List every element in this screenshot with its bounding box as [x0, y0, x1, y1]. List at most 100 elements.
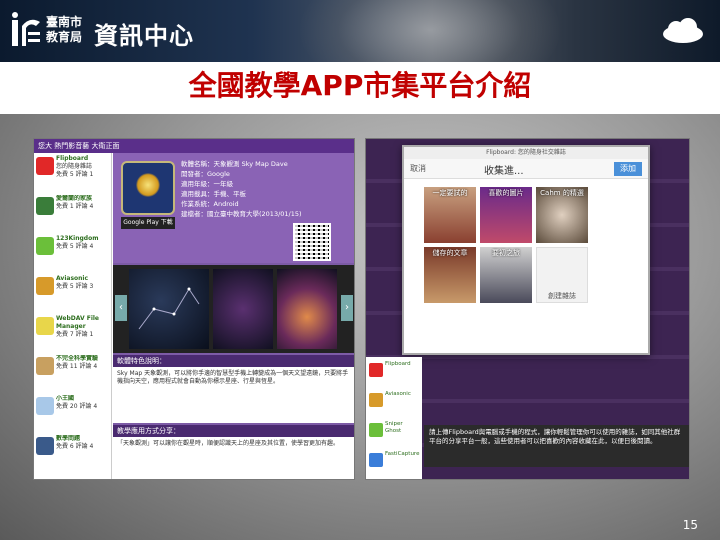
- org-line2: 教育局: [46, 30, 83, 44]
- list-item[interactable]: Sniper Ghost: [369, 421, 419, 449]
- description-text: 請上傳Flipboard與電腦或手機的程式，讓你輕鬆管理你可以使用的雜誌，如同其…: [424, 425, 689, 467]
- list-item[interactable]: 不完全科學實驗 免費 11 評論 4: [36, 355, 110, 399]
- magazine-tile[interactable]: 一定要試的: [424, 187, 476, 243]
- list-item-meta: 免費 6 評論 4: [56, 443, 94, 450]
- list-item-name: FastiCapture: [385, 451, 420, 457]
- app-icon: [36, 277, 54, 295]
- app-icon: [36, 197, 54, 215]
- tile-label: 創建雜誌: [548, 292, 576, 300]
- list-item[interactable]: Flipboard: [369, 361, 419, 389]
- list-item[interactable]: 123Kingdom 免費 5 評論 4: [36, 235, 110, 279]
- app-icon: [36, 237, 54, 255]
- org-line1: 臺南市: [46, 15, 83, 29]
- flipboard-screenshot: Flipboard: 您的隨身社交雜誌 取消 收集進... 添加 一定要試的 喜…: [365, 138, 690, 480]
- logo-mark-icon: [12, 12, 40, 46]
- qr-code: [293, 223, 331, 261]
- screenshot-gallery: ‹ ›: [113, 265, 354, 353]
- list-item-meta: 免費 5 評論 4: [56, 243, 94, 250]
- app-detail-screenshot: 您大 熱門影音藝 大衛正面 Flipboard 您的隨身雜誌 免費 5 評論 1 愛…: [33, 138, 355, 480]
- section-title: 軟體特色說明：: [113, 355, 354, 367]
- app-detail-panel: Google Play 下載 軟體名稱：天象觀測 Sky Map Dave 開發…: [113, 153, 354, 479]
- list-item-name: Aviasonic: [56, 275, 89, 282]
- list-item[interactable]: Flipboard 您的隨身雜誌 免費 5 評論 1: [36, 155, 110, 199]
- list-item-name: 小王國: [56, 395, 75, 402]
- list-item-meta: 免費 1 評論 4: [56, 203, 94, 210]
- center-name: 資訊中心: [94, 22, 194, 50]
- info-line: 建檔者：國立臺中教育大學(2013/01/15): [181, 210, 302, 218]
- info-line: 作業系統：Android: [181, 200, 239, 208]
- list-item[interactable]: 數學問題 免費 6 評論 4: [36, 435, 110, 479]
- list-item-desc: 您的隨身雜誌: [56, 163, 93, 170]
- slide-title: 全國教學APP市集平台介紹: [188, 69, 532, 102]
- google-play-badge[interactable]: Google Play 下載: [121, 217, 175, 229]
- app-icon: [36, 397, 54, 415]
- create-magazine-tile[interactable]: 創建雜誌: [536, 247, 588, 303]
- list-item[interactable]: FastiCapture: [369, 451, 419, 479]
- info-line: 適用載具：手機、平板: [181, 190, 246, 198]
- magazine-tile[interactable]: Cahm 的精選: [536, 187, 588, 243]
- tile-label: 要初之旅: [492, 249, 520, 257]
- page-number: 15: [682, 518, 698, 532]
- list-item-name: WebDAV File Manager: [56, 315, 99, 330]
- list-item-meta: 免費 5 評論 3: [56, 283, 94, 290]
- list-item[interactable]: Aviasonic 免費 5 評論 3: [36, 275, 110, 319]
- app-info: 軟體名稱：天象觀測 Sky Map Dave 開發者：Google 適用年級：一…: [181, 159, 351, 219]
- tile-label: 一定要試的: [432, 189, 468, 197]
- gallery-image[interactable]: [129, 269, 209, 349]
- flipboard-icon: [36, 157, 54, 175]
- list-item[interactable]: 愛爾蘭的家族 免費 1 評論 4: [36, 195, 110, 239]
- list-item[interactable]: 小王國 免費 20 評論 4: [36, 395, 110, 439]
- collect-dialog: Flipboard: 您的隨身社交雜誌 取消 收集進... 添加 一定要試的 喜…: [402, 145, 650, 355]
- list-item-name: Flipboard: [385, 361, 411, 367]
- app-header: Google Play 下載 軟體名稱：天象觀測 Sky Map Dave 開發…: [113, 153, 354, 263]
- gallery-image[interactable]: [213, 269, 273, 349]
- section-title: 教學應用方式分享：: [113, 425, 354, 437]
- logo: 臺南市 教育局 資訊中心: [10, 12, 210, 50]
- screenshot-top-bar: 您大 熱門影音藝 大衛正面: [34, 139, 354, 153]
- header-banner: 臺南市 教育局 資訊中心: [0, 0, 720, 62]
- list-item[interactable]: WebDAV File Manager 免費 7 評論 1: [36, 315, 110, 359]
- list-item[interactable]: Aviasonic: [369, 391, 419, 419]
- app-list-sidebar: Flipboard Aviasonic Sniper Ghost FastiCa…: [366, 357, 422, 479]
- magazine-tile[interactable]: 要初之旅: [480, 247, 532, 303]
- gallery-image[interactable]: [277, 269, 337, 349]
- info-line: 開發者：Google: [181, 170, 230, 178]
- gallery-next-button[interactable]: ›: [341, 295, 353, 321]
- add-button[interactable]: 添加: [614, 162, 642, 176]
- constellation-icon: [138, 287, 200, 330]
- list-item-meta: 免費 11 評論 4: [56, 363, 98, 370]
- section-text: 「天象觀測」可以讓你在觀星時，順便認識天上的星座及其位置，使學習更加有趣。: [113, 437, 354, 479]
- cloud-icon: [663, 18, 703, 43]
- list-item-name: 123Kingdom: [56, 235, 99, 242]
- banner-background-photo: [300, 0, 560, 62]
- list-item-name: 不完全科學實驗: [56, 355, 99, 362]
- info-line: 適用年級：一年級: [181, 180, 233, 188]
- app-icon: [369, 423, 383, 437]
- app-icon: [369, 453, 383, 467]
- list-item-name: 數學問題: [56, 435, 81, 442]
- tile-label: 儲存的文章: [432, 249, 468, 257]
- app-list-sidebar: Flipboard 您的隨身雜誌 免費 5 評論 1 愛爾蘭的家族 免費 1 評論 4…: [34, 153, 112, 479]
- gallery-prev-button[interactable]: ‹: [115, 295, 127, 321]
- tile-label: 喜歡的圖片: [488, 189, 524, 197]
- app-icon: [36, 437, 54, 455]
- app-icon: [369, 393, 383, 407]
- magazine-tile[interactable]: 儲存的文章: [424, 247, 476, 303]
- list-item-name: Aviasonic: [385, 391, 411, 397]
- list-item-name: 愛爾蘭的家族: [56, 195, 93, 202]
- section-text: Sky Map 天象觀測，可以將你手邊的智慧型手機上轉變成為一個天文望遠鏡，只要…: [113, 367, 354, 423]
- cancel-button[interactable]: 取消: [410, 163, 426, 174]
- org-name: 臺南市 教育局: [46, 15, 90, 45]
- dialog-title: Flipboard: 您的隨身社交雜誌: [404, 147, 648, 159]
- list-item-name: Flipboard: [56, 155, 89, 162]
- tile-label: Cahm 的精選: [540, 189, 584, 197]
- app-icon: [369, 363, 383, 377]
- star-icon: [136, 173, 160, 197]
- list-item-name: Sniper Ghost: [385, 421, 403, 434]
- app-icon: [36, 317, 54, 335]
- magazine-tile[interactable]: 喜歡的圖片: [480, 187, 532, 243]
- dialog-heading: 收集進...: [484, 166, 524, 177]
- dialog-toolbar: 取消 收集進... 添加: [404, 159, 648, 179]
- sky-map-app-icon: [121, 161, 175, 215]
- info-line: 軟體名稱：天象觀測 Sky Map Dave: [181, 160, 288, 168]
